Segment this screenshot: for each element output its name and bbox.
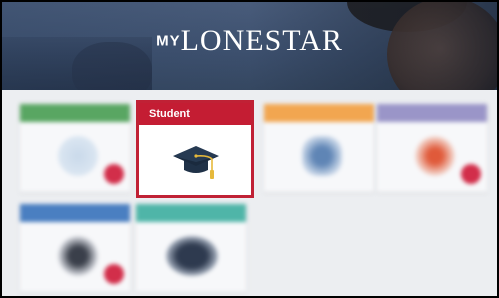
tile-4[interactable] [377, 104, 487, 192]
student-tile-header: Student [139, 103, 251, 125]
tile-3[interactable] [264, 104, 374, 192]
badge-icon [104, 264, 124, 284]
student-tile[interactable]: Student [136, 100, 254, 198]
tile-5[interactable] [20, 204, 130, 292]
logo-name: LONESTAR [180, 24, 343, 57]
badge-icon [104, 164, 124, 184]
blurred-icon [166, 236, 218, 276]
tile-4-header [377, 104, 487, 122]
tile-1[interactable] [20, 104, 130, 192]
tile-5-header [20, 204, 130, 222]
logo-prefix: MY [156, 32, 181, 50]
blurred-icon [58, 236, 98, 276]
header-banner: MYLONESTAR [2, 2, 497, 90]
app-frame: MYLONESTAR Student [0, 0, 499, 298]
site-logo[interactable]: MYLONESTAR [2, 24, 497, 58]
tile-6-header [136, 204, 246, 222]
blurred-icon [58, 136, 98, 176]
blurred-icon [302, 136, 342, 176]
tile-1-header [20, 104, 130, 122]
tile-6[interactable] [136, 204, 246, 292]
tile-3-header [264, 104, 374, 122]
graduation-cap-icon [173, 146, 219, 179]
badge-icon [461, 164, 481, 184]
blurred-icon [415, 136, 455, 176]
